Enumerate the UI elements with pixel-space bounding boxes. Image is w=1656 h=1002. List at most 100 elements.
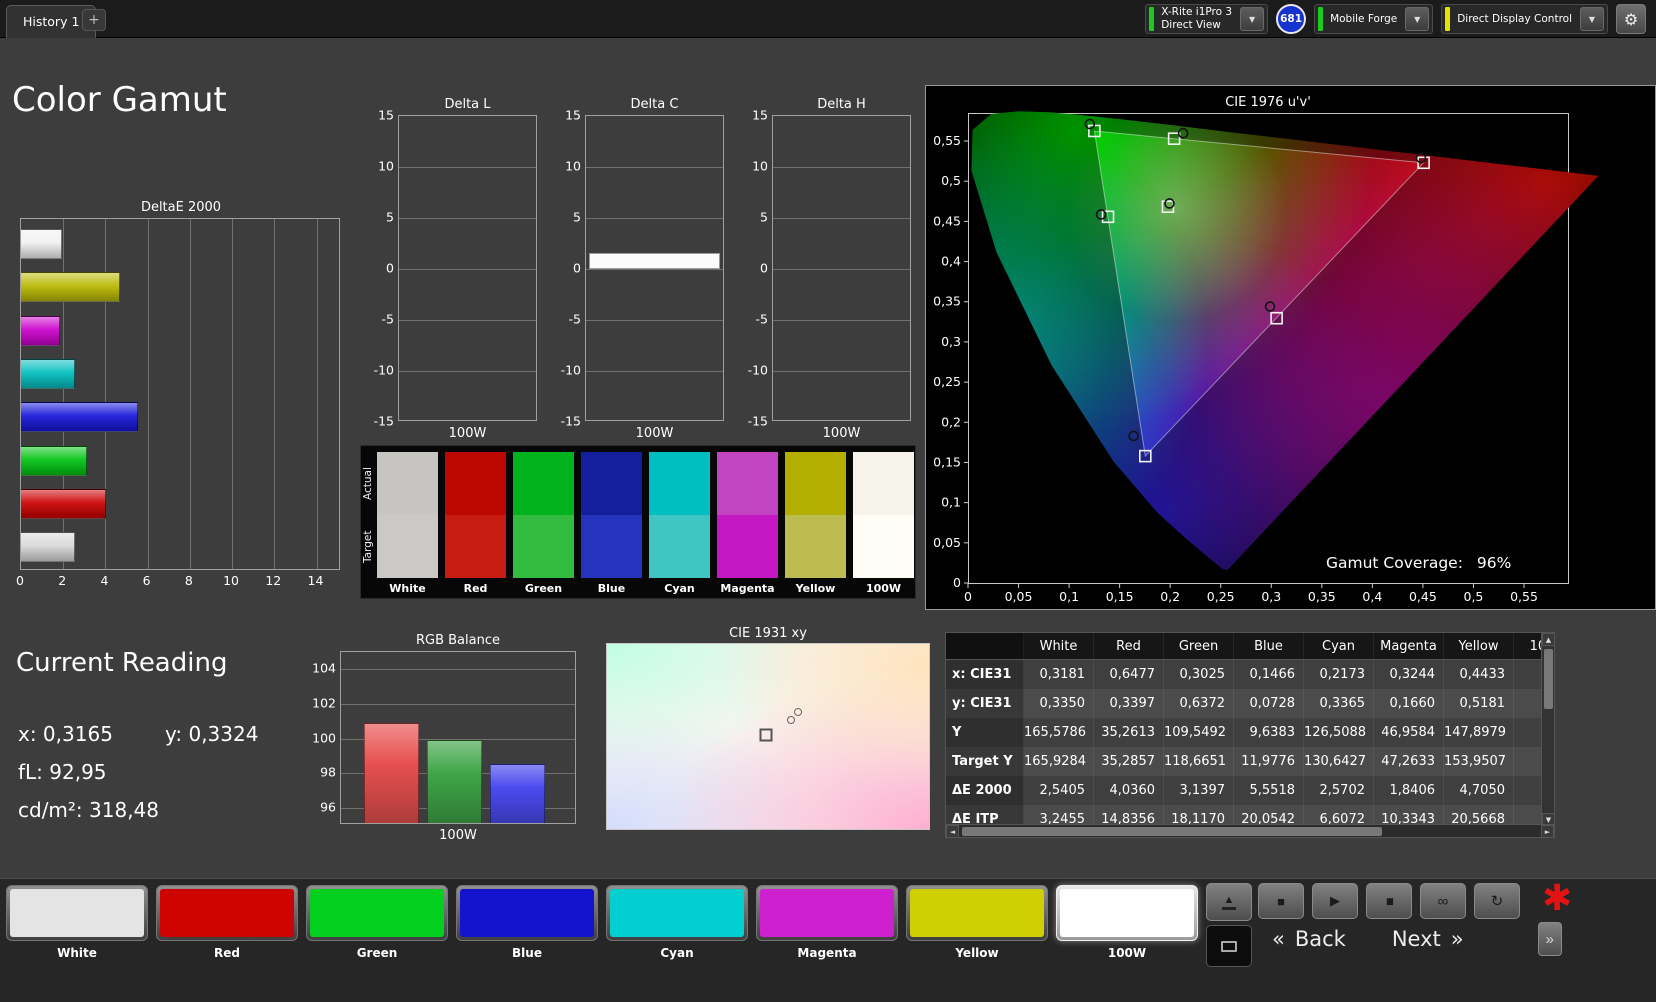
deltae-x-tick-label: 0 (16, 573, 24, 588)
cie1931-panel: CIE 1931 xy (606, 626, 930, 830)
results-header-blank (946, 633, 1024, 659)
scroll-up-button[interactable]: ▲ (1542, 633, 1554, 646)
cie1976-y-tick: 0,4 (941, 254, 961, 269)
table-vertical-scrollbar[interactable]: ▲ ▼ (1541, 633, 1554, 826)
patch-button-green[interactable]: Green (306, 885, 448, 960)
results-cell: 118,6651 (1164, 747, 1234, 776)
reset-button[interactable]: ↻ (1474, 883, 1520, 919)
swatch-label: Blue (597, 582, 626, 595)
meter-dropdown[interactable]: X-Rite i1Pro 3 Direct View ▼ (1145, 4, 1269, 34)
rgb-y-tick-label: 102 (312, 695, 336, 711)
results-row-1[interactable]: x: CIE31 0,3181 0,6477 0,3025 0,1466 0,2173 0,… (946, 660, 1554, 689)
settings-gear-button[interactable]: ⚙ (1616, 4, 1646, 34)
rgb-plot (340, 651, 576, 824)
swatch-actual (785, 452, 846, 515)
stop-button[interactable]: ■ (1258, 883, 1304, 919)
swatch-column-magenta: Magenta (717, 452, 778, 598)
horizontal-scroll-thumb[interactable] (962, 827, 1382, 836)
cie1976-y-tick: 0,3 (941, 334, 961, 349)
patch-button-cyan[interactable]: Cyan (606, 885, 748, 960)
pause-button[interactable]: ▮▮ (1366, 883, 1412, 919)
patch-frame (1056, 885, 1198, 941)
deltae-x-tick-label: 4 (100, 573, 109, 588)
patch-button-magenta[interactable]: Magenta (756, 885, 898, 960)
patch-button-red[interactable]: Red (156, 885, 298, 960)
meter-chevron-down-icon[interactable]: ▼ (1240, 7, 1265, 31)
rgb-y-tick-label: 96 (320, 799, 336, 815)
patch-button-white[interactable]: White (6, 885, 148, 960)
rgb-gridline (341, 703, 575, 705)
display-icon (1221, 940, 1237, 952)
scroll-left-button[interactable]: ◄ (946, 825, 959, 837)
scroll-right-button[interactable]: ► (1541, 825, 1554, 837)
patch-label: Yellow (955, 946, 999, 960)
delta-y-tick-label: -10 (560, 362, 581, 378)
results-row-2[interactable]: y: CIE31 0,3350 0,3397 0,6372 0,0728 0,3365 0,… (946, 689, 1554, 718)
add-tab-button[interactable]: + (82, 9, 106, 31)
deltae-gridline (232, 219, 234, 569)
patch-color (910, 889, 1044, 937)
results-table: WhiteRedGreenBlueCyanMagentaYellow100Wx:… (945, 632, 1555, 838)
patch-label: Red (214, 946, 240, 960)
cie1976-y-tick: 0,5 (941, 173, 961, 188)
results-cell: 0,2173 (1304, 660, 1374, 689)
swatch-label: Magenta (720, 582, 775, 595)
cie1976-y-tick: 0,45 (933, 213, 961, 228)
next-button[interactable]: Next » (1382, 921, 1474, 957)
swatch-actual (581, 452, 642, 515)
swatch-column-green: Green (513, 452, 574, 598)
delta-y-tick-label: -15 (747, 413, 768, 429)
delta-y-tick-label: 5 (573, 209, 581, 225)
results-row-4[interactable]: Target Y 165,9284 35,2857 118,6651 11,9776 13… (946, 747, 1554, 776)
swatch-target (785, 515, 846, 578)
results-cell: 165,9284 (1024, 747, 1094, 776)
results-row-5[interactable]: ΔE 2000 2,5405 4,0360 3,1397 5,5518 2,5702 1,8… (946, 776, 1554, 805)
play-button[interactable]: ▶ (1312, 883, 1358, 919)
display-control-chevron-down-icon[interactable]: ▼ (1580, 7, 1604, 31)
alert-asterisk-icon[interactable]: ✱ (1542, 879, 1572, 919)
cie1976-x-tick: 0,2 (1160, 589, 1180, 604)
delta-y-tick-label: 0 (386, 260, 394, 276)
display-control-dropdown[interactable]: Direct Display Control ▼ (1441, 4, 1608, 34)
results-row-3[interactable]: Y 165,5786 35,2613 109,5492 9,6383 126,5088 46… (946, 718, 1554, 747)
current-reading-x: x: 0,3165 (18, 722, 113, 746)
display-preview-button[interactable] (1206, 925, 1252, 967)
delta-gridline (773, 167, 910, 168)
source-dropdown[interactable]: Mobile Forge ▼ (1314, 4, 1434, 34)
table-horizontal-scrollbar[interactable]: ◄ ► (946, 824, 1554, 837)
continuous-button[interactable]: ∞ (1420, 883, 1466, 919)
delta-chart-delta-c: Delta C 15 10 5 0 -5 -10 -15 100W (557, 97, 727, 441)
delta-y-tick-label: 5 (760, 209, 768, 225)
vertical-scroll-thumb[interactable] (1544, 649, 1553, 709)
reset-icon: ↻ (1490, 893, 1504, 910)
source-chevron-down-icon[interactable]: ▼ (1405, 7, 1430, 31)
patch-frame (456, 885, 598, 941)
patch-frame (606, 885, 748, 941)
delta-gridline (399, 269, 536, 270)
deltae-gridline (147, 219, 149, 569)
current-reading-title: Current Reading (16, 648, 228, 678)
reading-count-badge: 681 (1276, 4, 1307, 34)
patch-frame (906, 885, 1048, 941)
delta-y-tick-label: 0 (573, 260, 581, 276)
swatch-column-blue: Blue (581, 452, 642, 598)
patch-button-yellow[interactable]: Yellow (906, 885, 1048, 960)
swatch-column-cyan: Cyan (649, 452, 710, 598)
patch-button-100w[interactable]: 100W (1056, 885, 1198, 960)
results-cell: 0,3244 (1374, 660, 1444, 689)
cie1976-x-tick: 0,55 (1510, 589, 1538, 604)
raise-meter-button[interactable]: ▲ (1206, 883, 1252, 921)
cie1976-title: CIE 1976 u'v' (1225, 95, 1311, 110)
page-forward-button[interactable]: » (1537, 922, 1562, 956)
results-cell: 153,9507 (1444, 747, 1514, 776)
results-cell: 0,3397 (1094, 689, 1164, 718)
patch-button-blue[interactable]: Blue (456, 885, 598, 960)
delta-gridline (586, 218, 723, 219)
source-status-stripe (1318, 7, 1324, 31)
back-button[interactable]: « Back (1262, 921, 1356, 957)
results-cell: 11,9776 (1234, 747, 1304, 776)
delta-y-tick-label: -15 (373, 413, 394, 429)
deltae-bar-green (21, 445, 88, 476)
deltae-bar-yellow (21, 272, 121, 303)
patch-label: Magenta (797, 946, 857, 960)
